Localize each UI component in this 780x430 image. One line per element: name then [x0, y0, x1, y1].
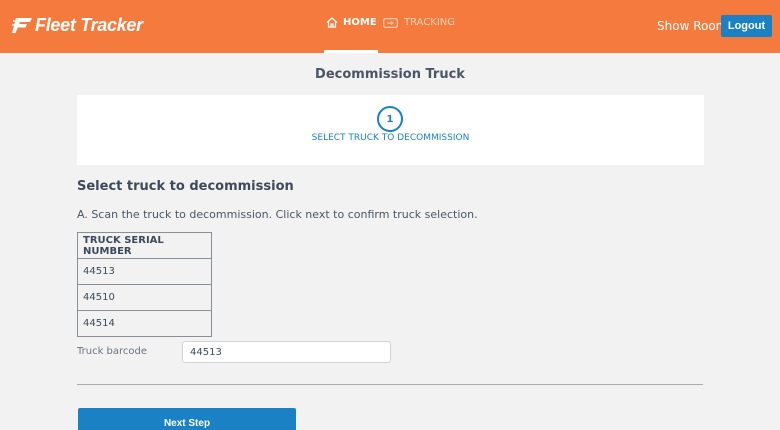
- next-step-button[interactable]: Next Step: [78, 408, 296, 430]
- page-title: Decommission Truck: [315, 67, 465, 82]
- truck-serial-table: TRUCK SERIAL NUMBER 44513 44510 44514: [77, 232, 212, 337]
- nav-home[interactable]: HOME: [324, 0, 378, 53]
- section-title: Select truck to decommission: [77, 179, 294, 194]
- truck-barcode-label: Truck barcode: [77, 346, 148, 357]
- instruction-text: A. Scan the truck to decommission. Click…: [77, 208, 478, 221]
- table-header-row: TRUCK SERIAL NUMBER: [77, 232, 212, 259]
- serial-cell: 44513: [77, 258, 212, 285]
- fleet-tracker-logo[interactable]: Fleet Tracker: [12, 12, 143, 38]
- serial-cell: 44514: [77, 310, 212, 337]
- nav-tracking-label: TRACKING: [404, 17, 456, 28]
- truck-barcode-input[interactable]: [182, 341, 391, 363]
- divider: [77, 384, 703, 385]
- stepper-card: 1 SELECT TRUCK TO DECOMMISSION: [77, 95, 704, 165]
- top-navbar: Fleet Tracker HOME TRACKING Show Room Lo…: [0, 0, 780, 53]
- logout-button[interactable]: Logout: [721, 15, 772, 37]
- logo-text: Fleet Tracker: [35, 14, 143, 35]
- nav-home-label: HOME: [343, 17, 377, 28]
- show-room-link[interactable]: Show Room: [657, 19, 727, 33]
- table-row[interactable]: 44514: [77, 310, 212, 337]
- active-tab-indicator: [324, 50, 378, 53]
- table-row[interactable]: 44513: [77, 258, 212, 285]
- step-label: SELECT TRUCK TO DECOMMISSION: [311, 133, 470, 143]
- step-number-indicator: 1: [377, 106, 403, 132]
- logo-flag-icon: [12, 18, 32, 33]
- truck-tracking-icon: [383, 17, 398, 28]
- column-header-serial: TRUCK SERIAL NUMBER: [77, 232, 212, 259]
- table-row[interactable]: 44510: [77, 284, 212, 311]
- serial-cell: 44510: [77, 284, 212, 311]
- nav-tracking[interactable]: TRACKING: [383, 17, 455, 28]
- home-icon: [326, 17, 338, 28]
